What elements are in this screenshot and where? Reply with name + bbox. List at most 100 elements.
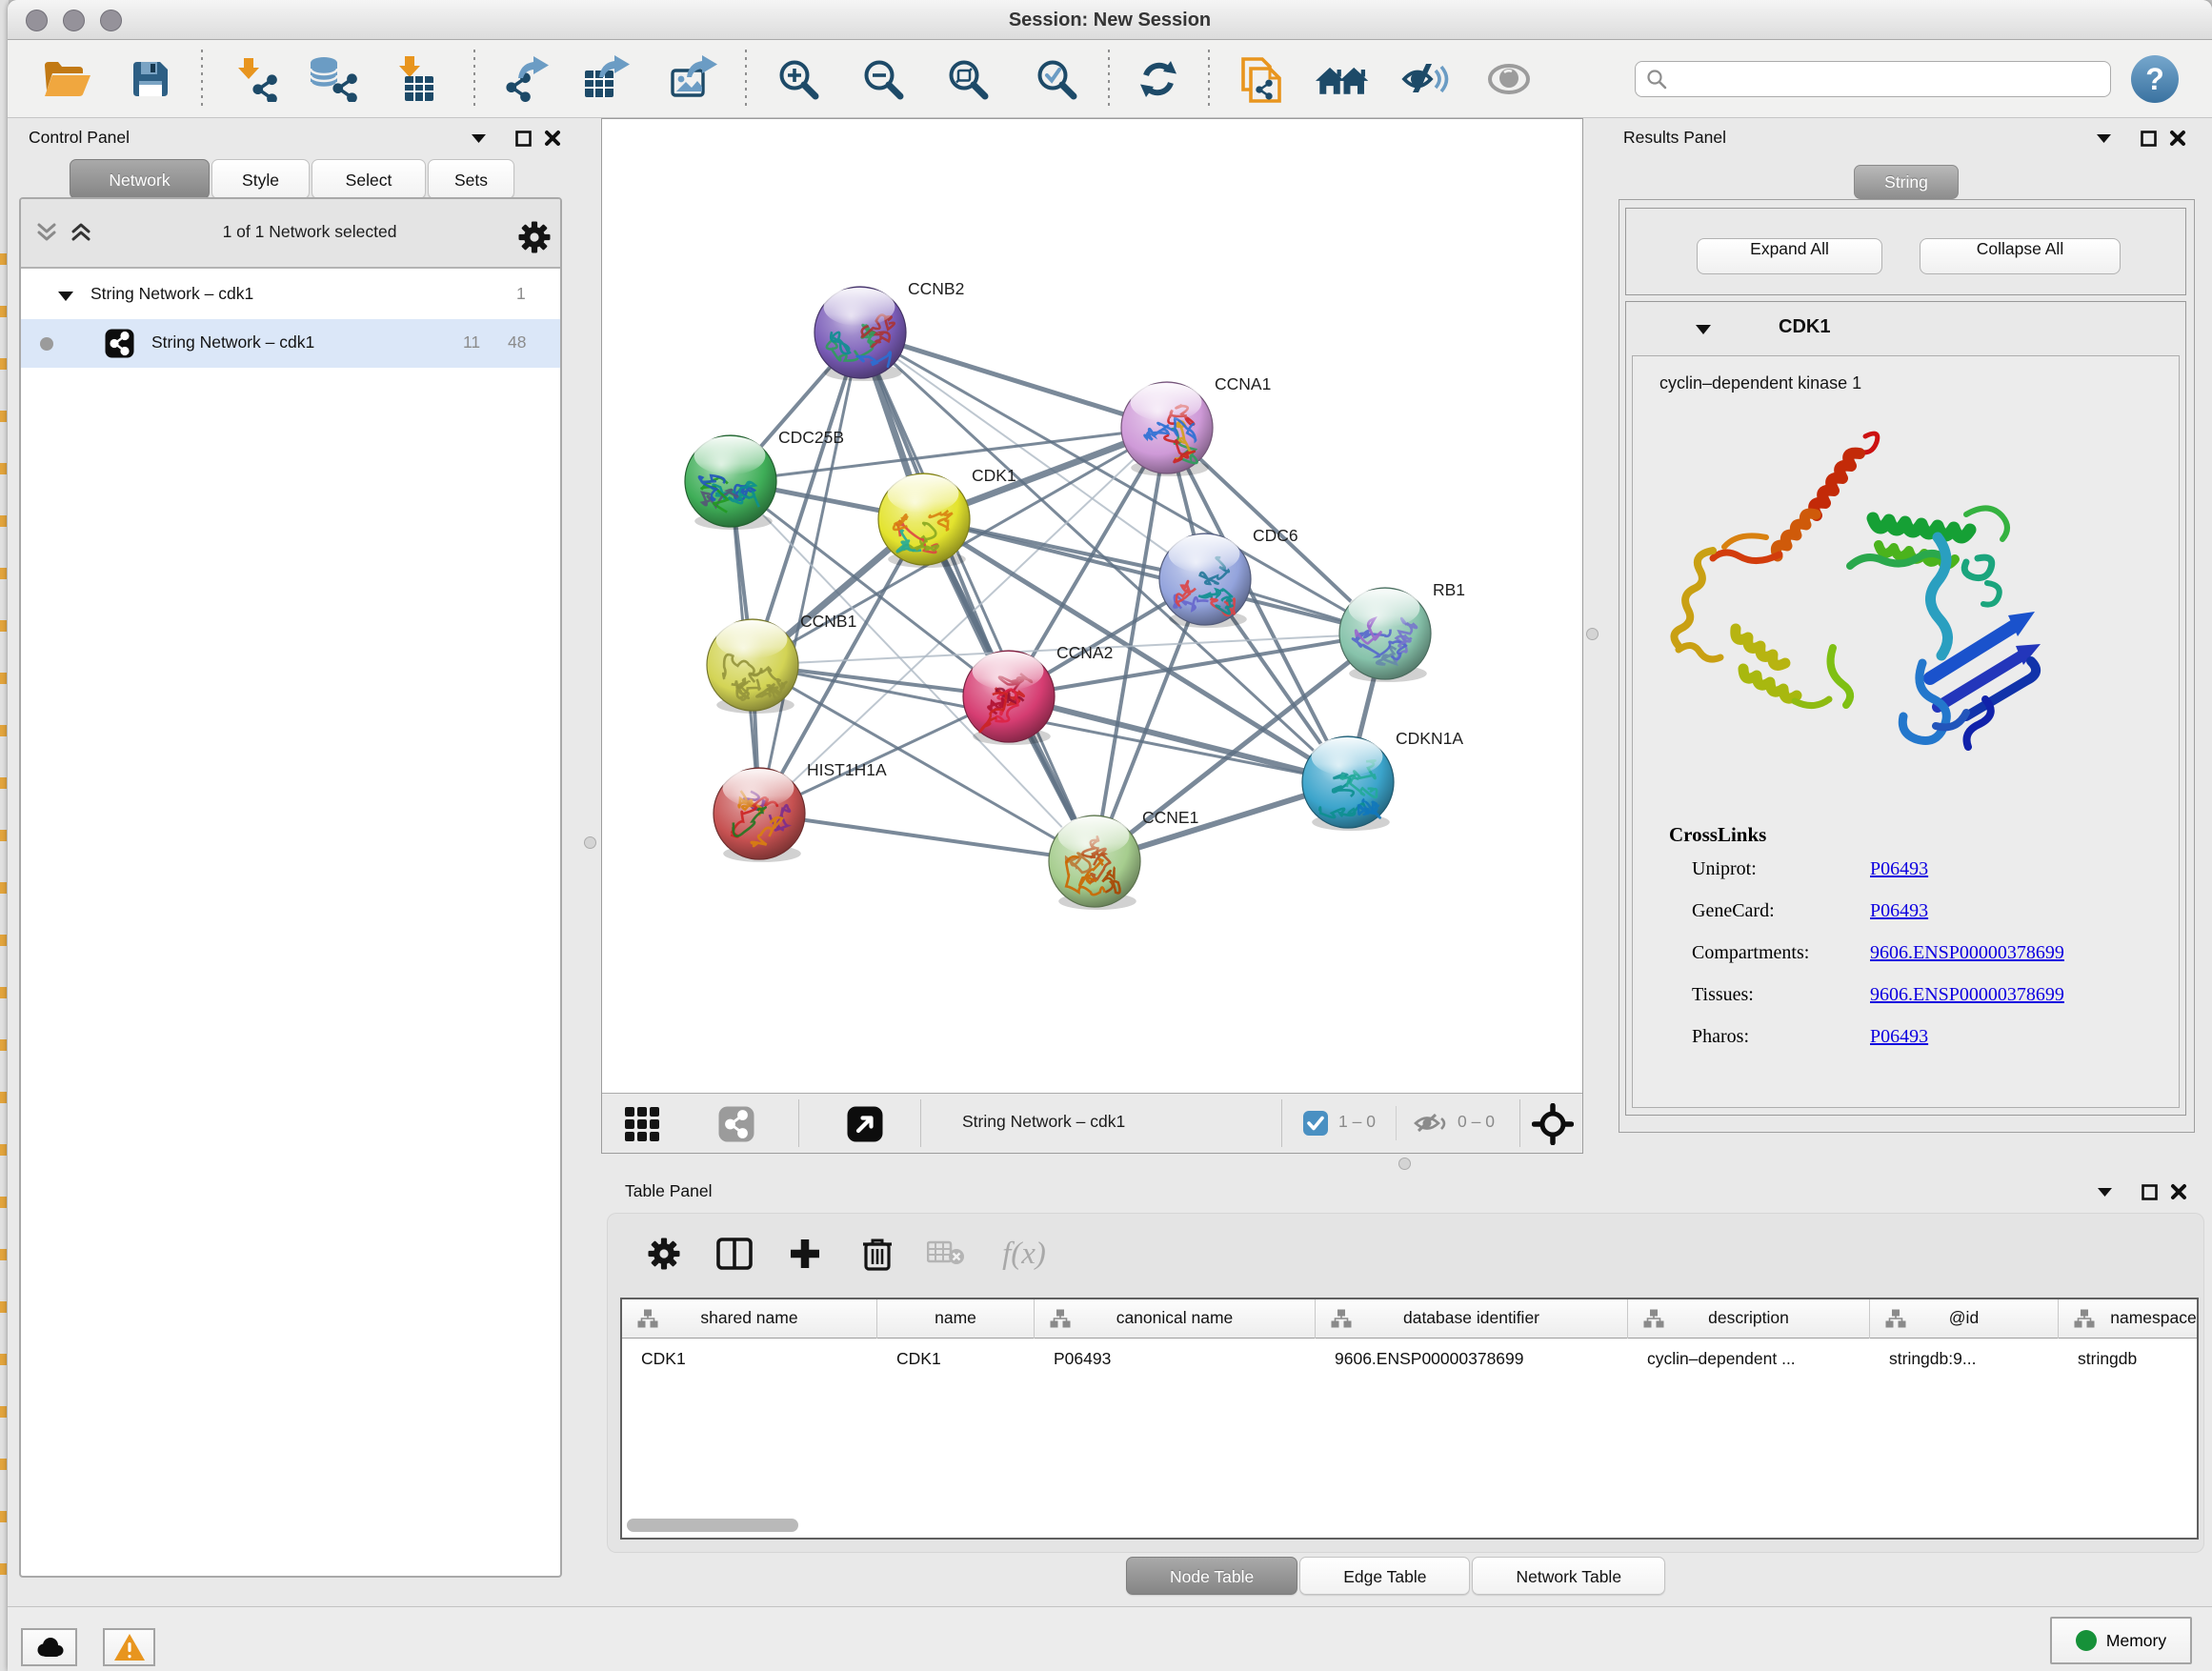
results-tab-string[interactable]: String <box>1854 165 1959 199</box>
graph-node-label: CDKN1A <box>1396 729 1463 748</box>
cloud-status-button[interactable] <box>21 1628 77 1666</box>
column-header-description[interactable]: description <box>1628 1299 1870 1339</box>
crosslink-link[interactable]: P06493 <box>1870 858 1928 880</box>
save-session-icon[interactable] <box>124 50 177 108</box>
tree-expander-icon[interactable] <box>57 290 74 302</box>
help-button[interactable]: ? <box>2128 50 2182 108</box>
selected-checkbox-icon[interactable] <box>1302 1110 1329 1137</box>
network-row-selected[interactable]: String Network – cdk1 11 48 <box>21 319 560 368</box>
graph-node-CCNB1[interactable] <box>707 619 798 714</box>
birdseye-grid-icon[interactable] <box>625 1107 660 1142</box>
zoom-fit-icon[interactable] <box>941 50 995 108</box>
export-network-icon[interactable] <box>501 50 554 108</box>
graph-node-CCNA2[interactable] <box>963 651 1055 745</box>
graph-node-CCNE1[interactable] <box>1049 815 1140 910</box>
column-header-database-identifier[interactable]: database identifier <box>1316 1299 1628 1339</box>
show-all-eye-icon[interactable] <box>1484 50 1538 108</box>
right-splitter-handle[interactable] <box>1586 628 1599 640</box>
graph-node-CCNA1[interactable] <box>1121 382 1213 476</box>
control-tab-sets[interactable]: Sets <box>428 159 514 199</box>
graph-node-CDC6[interactable] <box>1159 534 1251 628</box>
window-title: Session: New Session <box>8 0 2212 40</box>
table-close-icon[interactable] <box>2170 1183 2187 1200</box>
table-tab-network-table[interactable]: Network Table <box>1472 1557 1665 1595</box>
warning-status-button[interactable] <box>103 1628 155 1666</box>
open-in-new-window-button[interactable] <box>847 1106 883 1142</box>
network-row-label: String Network – cdk1 <box>151 332 314 352</box>
network-collection-row[interactable]: String Network – cdk1 1 <box>21 271 560 319</box>
string-home-icon[interactable] <box>1316 50 1369 108</box>
graph-node-RB1[interactable] <box>1339 588 1431 682</box>
results-menu-icon[interactable] <box>2096 132 2112 144</box>
graph-node-label: CCNA2 <box>1056 643 1113 662</box>
import-table-file-icon[interactable] <box>389 50 442 108</box>
crosslink-link[interactable]: 9606.ENSP00000378699 <box>1870 984 2064 1006</box>
panel-menu-icon[interactable] <box>471 132 487 144</box>
control-panel: Control Panel NetworkStyleSelectSets 1 o… <box>8 118 569 1606</box>
table-cell: CDK1 <box>877 1349 1035 1369</box>
open-session-icon[interactable] <box>41 50 94 108</box>
network-options-gear-icon[interactable] <box>517 220 552 254</box>
zoom-selected-icon[interactable] <box>1030 50 1083 108</box>
table-cell: stringdb <box>2059 1349 2199 1369</box>
table-float-icon[interactable] <box>2142 1184 2158 1200</box>
memory-button[interactable]: Memory <box>2050 1617 2192 1664</box>
table-horizontal-scrollbar[interactable] <box>627 1519 798 1532</box>
network-toolbar-separator <box>1396 1106 1397 1140</box>
table-panel: Table Panel <box>601 1174 2212 1606</box>
column-header-shared-name[interactable]: shared name <box>622 1299 877 1339</box>
background-dash <box>0 253 7 265</box>
control-tab-style[interactable]: Style <box>211 159 310 199</box>
graph-node-CDKN1A[interactable] <box>1302 736 1394 831</box>
search-input[interactable] <box>1668 65 2110 93</box>
delete-column-trash-icon[interactable] <box>853 1229 902 1278</box>
crosslink-link[interactable]: 9606.ENSP00000378699 <box>1870 942 2064 964</box>
cdk1-collapse-icon[interactable] <box>1695 323 1712 335</box>
export-image-icon[interactable] <box>668 50 721 108</box>
show-column-panel-icon[interactable] <box>710 1229 759 1278</box>
table-tab-node-table[interactable]: Node Table <box>1126 1557 1297 1595</box>
column-header-name[interactable]: name <box>877 1299 1035 1339</box>
import-network-file-icon[interactable] <box>228 50 281 108</box>
delete-table-icon[interactable] <box>921 1229 971 1278</box>
panel-close-icon[interactable] <box>544 130 561 147</box>
background-dash <box>0 830 7 841</box>
crosslink-link[interactable]: P06493 <box>1870 1026 1928 1048</box>
column-header--id[interactable]: @id <box>1870 1299 2059 1339</box>
graph-node-CDK1[interactable] <box>878 473 970 568</box>
import-network-database-icon[interactable] <box>306 50 359 108</box>
column-header-namespace[interactable]: namespace <box>2059 1299 2199 1339</box>
table-settings-gear-icon[interactable] <box>639 1229 689 1278</box>
graph-node-HIST1H1A[interactable] <box>714 768 805 862</box>
crosslink-link[interactable]: P06493 <box>1870 900 1928 922</box>
function-builder-icon[interactable]: f(x) <box>986 1229 1062 1278</box>
fit-selected-crosshair-icon[interactable] <box>1532 1103 1574 1145</box>
table-tab-edge-table[interactable]: Edge Table <box>1299 1557 1470 1595</box>
expand-all-button[interactable]: Expand All <box>1697 238 1882 274</box>
panel-float-icon[interactable] <box>515 131 532 147</box>
collapse-all-button[interactable]: Collapse All <box>1920 238 2121 274</box>
export-table-icon[interactable] <box>580 50 633 108</box>
zoom-out-icon[interactable] <box>856 50 910 108</box>
left-splitter-handle[interactable] <box>584 836 596 849</box>
copy-style-icon[interactable] <box>1235 50 1288 108</box>
add-column-icon[interactable] <box>780 1229 830 1278</box>
cdk1-section-header[interactable]: CDK1 <box>1626 302 2185 355</box>
table-menu-icon[interactable] <box>2097 1186 2113 1198</box>
network-status-dot-icon <box>39 336 54 352</box>
control-tab-network[interactable]: Network <box>70 159 210 199</box>
network-toolbar-separator <box>920 1099 921 1147</box>
control-panel-title: Control Panel <box>29 128 130 148</box>
share-network-button[interactable] <box>718 1106 754 1142</box>
control-tab-select[interactable]: Select <box>312 159 426 199</box>
horizontal-splitter-handle[interactable] <box>1398 1158 1411 1170</box>
hide-selected-eye-icon[interactable] <box>1399 50 1453 108</box>
zoom-in-icon[interactable] <box>772 50 825 108</box>
refresh-icon[interactable] <box>1132 50 1185 108</box>
results-float-icon[interactable] <box>2141 131 2157 147</box>
graph-node-CDC25B[interactable] <box>685 435 776 530</box>
network-graph[interactable]: CCNB2CCNA1CDC25BCDK1CDC6RB1CCNB1CCNA2CDK… <box>602 119 1582 1092</box>
column-header-canonical-name[interactable]: canonical name <box>1035 1299 1316 1339</box>
results-close-icon[interactable] <box>2169 130 2186 147</box>
table-row[interactable]: CDK1CDK1P064939606.ENSP00000378699cyclin… <box>622 1339 2197 1379</box>
